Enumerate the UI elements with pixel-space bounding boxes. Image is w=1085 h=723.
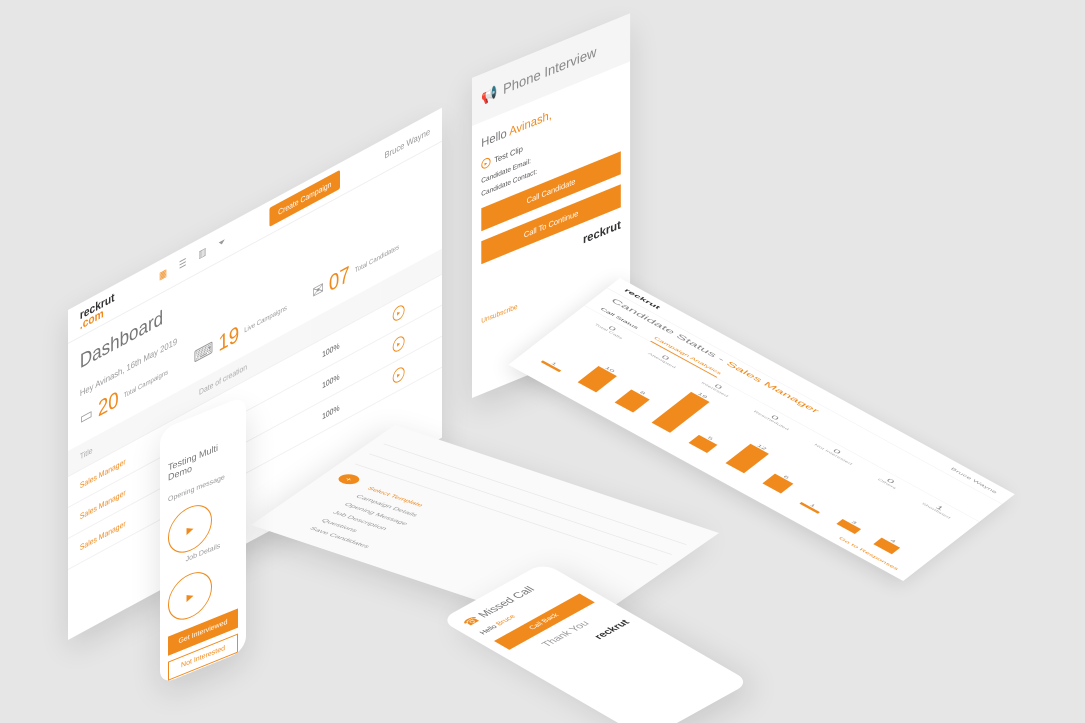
monitor-icon: ▭ bbox=[79, 404, 93, 429]
chart-bar bbox=[651, 391, 710, 433]
grid-icon[interactable]: ▦ bbox=[159, 267, 167, 282]
play-icon[interactable]: ▸ bbox=[392, 364, 405, 386]
list-icon[interactable]: ☰ bbox=[179, 257, 187, 272]
megaphone-icon: 📢 bbox=[481, 83, 498, 106]
filter-icon[interactable]: ⏷ bbox=[218, 236, 225, 251]
chart-bar bbox=[836, 519, 862, 534]
play-icon[interactable]: ▸ bbox=[392, 333, 405, 355]
step-list: Select Template Campaign Details Opening… bbox=[304, 484, 434, 552]
play-icon[interactable]: ▸ bbox=[392, 302, 405, 324]
chat-icon: ✉ bbox=[312, 279, 324, 303]
chart-icon[interactable]: ▥ bbox=[198, 246, 206, 261]
add-step-icon[interactable]: + bbox=[334, 472, 364, 487]
play-button[interactable]: ▸ bbox=[168, 564, 212, 627]
phone-icon: ☎ bbox=[460, 614, 484, 628]
laptop-icon: ⌨ bbox=[193, 339, 214, 368]
mobile-demo-screen: Testing Multi Demo Opening message ▸ Job… bbox=[160, 395, 246, 685]
play-icon[interactable]: ▸ bbox=[481, 156, 491, 171]
